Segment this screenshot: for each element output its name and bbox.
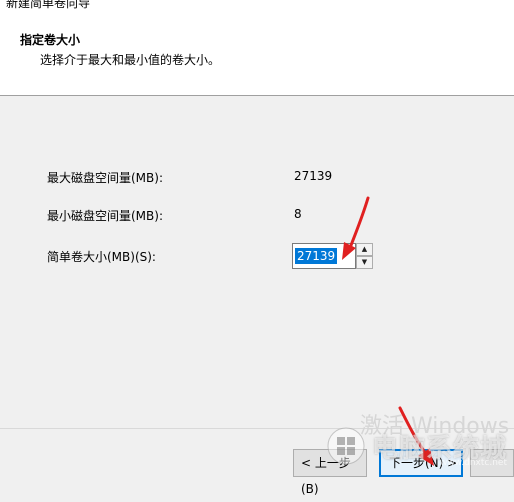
min-space-value: 8 — [294, 207, 302, 221]
windows-logo-icon — [327, 427, 365, 465]
max-space-value: 27139 — [294, 169, 333, 183]
red-arrow-icon — [342, 196, 370, 260]
page-subtitle: 选择介于最大和最小值的卷大小。 — [40, 53, 221, 67]
volume-size-label: 简单卷大小(MB)(S): — [47, 250, 156, 264]
wizard-header: 指定卷大小 选择介于最大和最小值的卷大小。 — [0, 10, 514, 96]
window-title: 新建简单卷向导 — [6, 0, 91, 10]
site-watermark: 电脑系统城 www.dnxtc.net — [320, 420, 514, 477]
watermark-url: www.dnxtc.net — [440, 458, 507, 468]
max-space-label: 最大磁盘空间量(MB): — [47, 171, 163, 185]
window-titlebar: 新建简单卷向导 — [0, 0, 514, 10]
min-space-label: 最小磁盘空间量(MB): — [47, 209, 163, 223]
page-title: 指定卷大小 — [20, 33, 81, 47]
